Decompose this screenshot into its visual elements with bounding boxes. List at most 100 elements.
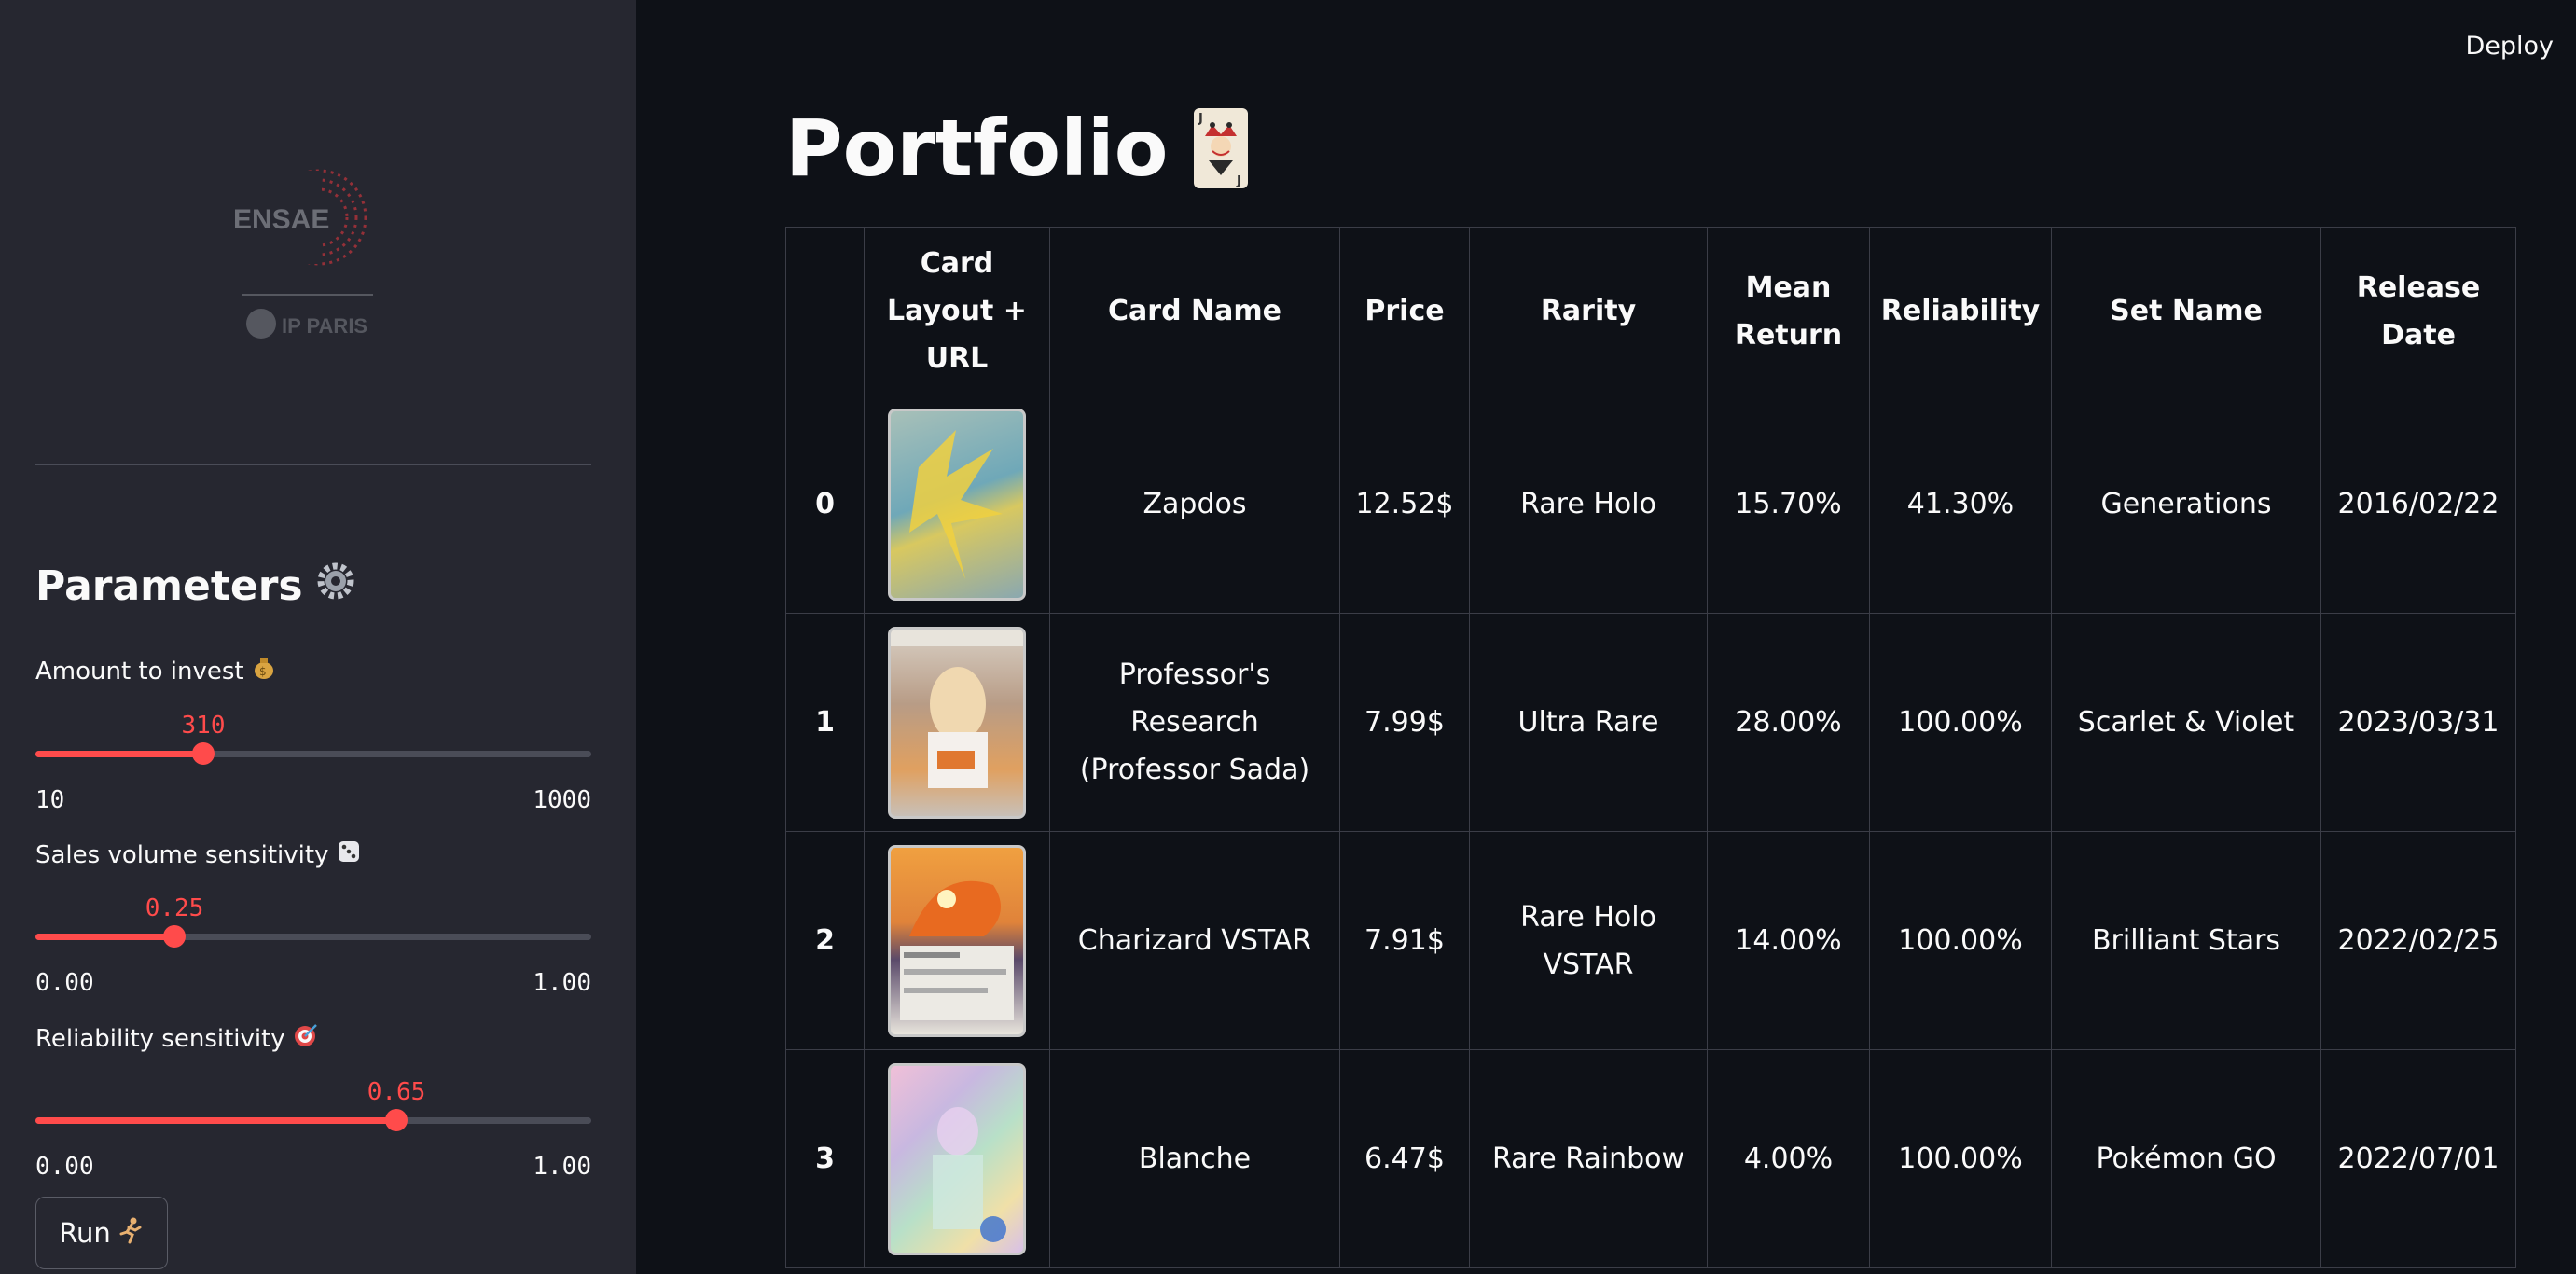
- slider-label: Amount to invest $: [35, 656, 591, 686]
- sidebar-divider: [35, 464, 591, 465]
- sales-volume-track[interactable]: [35, 925, 591, 948]
- logo-text-bottom: IP PARIS: [282, 314, 367, 338]
- column-header: Price: [1339, 227, 1470, 395]
- reliability-thumb[interactable]: [385, 1109, 408, 1131]
- card-image-cell: [864, 395, 1050, 614]
- card-name: Zapdos: [1049, 395, 1340, 614]
- amount-label: Amount to invest: [35, 657, 244, 685]
- reliability: 100.00%: [1869, 1049, 2052, 1268]
- release-date: 2022/02/25: [2320, 831, 2516, 1050]
- column-header: Set Name: [2051, 227, 2321, 395]
- gear-icon: [314, 560, 357, 613]
- dice-icon: [336, 838, 362, 871]
- target-icon: [293, 1022, 319, 1055]
- table-header-row: Card Layout + URL Card Name Price Rarity…: [785, 227, 2516, 395]
- card-image[interactable]: [888, 408, 1026, 601]
- card-image-cell: [864, 1049, 1050, 1268]
- mean-return: 14.00%: [1707, 831, 1870, 1050]
- rarity: Rare Rainbow: [1469, 1049, 1708, 1268]
- column-header: Release Date: [2320, 227, 2516, 395]
- card-name: Charizard VSTAR: [1049, 831, 1340, 1050]
- reliability-max: 1.00: [533, 1153, 591, 1181]
- reliability-value: 0.65: [367, 1078, 426, 1106]
- deploy-button[interactable]: Deploy: [2465, 32, 2554, 61]
- set-name: Pokémon GO: [2051, 1049, 2321, 1268]
- reliability-fill: [35, 1117, 396, 1124]
- card-image-cell: [864, 613, 1050, 832]
- reliability: 100.00%: [1869, 831, 2052, 1050]
- amount-max: 1000: [533, 786, 591, 814]
- sales-volume-min: 0.00: [35, 969, 94, 997]
- amount-thumb[interactable]: [192, 742, 215, 765]
- column-header: Rarity: [1469, 227, 1708, 395]
- card-name: Professor's Research (Professor Sada): [1049, 613, 1340, 832]
- price: 7.91$: [1339, 831, 1470, 1050]
- table-row: 1 Professor's Research (Professor Sada) …: [785, 613, 2516, 832]
- card-image[interactable]: [888, 1062, 1026, 1255]
- table-row: 2 Charizard VSTAR 7.91$ Rare Holo VSTAR …: [785, 831, 2516, 1050]
- release-date: 2016/02/22: [2320, 395, 2516, 614]
- amount-fill: [35, 751, 203, 757]
- set-name: Generations: [2051, 395, 2321, 614]
- reliability: 100.00%: [1869, 613, 2052, 832]
- logo-text-top: ENSAE: [233, 204, 329, 235]
- row-index: 1: [785, 613, 865, 832]
- row-index: 0: [785, 395, 865, 614]
- column-header: [785, 227, 865, 395]
- price: 6.47$: [1339, 1049, 1470, 1268]
- reliability-slider: Reliability sensitivity 0.65 0.00 1.00: [35, 1022, 591, 1181]
- column-header: Reliability: [1869, 227, 2052, 395]
- set-name: Brilliant Stars: [2051, 831, 2321, 1050]
- card-image[interactable]: [888, 844, 1026, 1037]
- slider-label: Sales volume sensitivity: [35, 838, 591, 871]
- sales-volume-fill: [35, 934, 174, 940]
- row-index: 3: [785, 1049, 865, 1268]
- amount-track[interactable]: [35, 742, 591, 765]
- column-header: Card Name: [1049, 227, 1340, 395]
- run-button[interactable]: Run: [35, 1197, 168, 1269]
- svg-text:$: $: [259, 665, 267, 678]
- release-date: 2022/07/01: [2320, 1049, 2516, 1268]
- release-date: 2023/03/31: [2320, 613, 2516, 832]
- reliability: 41.30%: [1869, 395, 2052, 614]
- params-title: Parameters: [35, 560, 357, 613]
- rarity: Ultra Rare: [1469, 613, 1708, 832]
- set-name: Scarlet & Violet: [2051, 613, 2321, 832]
- ensae-logo: ENSAE IP PARIS: [233, 154, 382, 350]
- sidebar: ENSAE IP PARIS Parameters Amount to inve…: [0, 0, 636, 1274]
- column-header: Mean Return: [1707, 227, 1870, 395]
- run-label: Run: [59, 1217, 111, 1249]
- page-title: Portfolio J J: [785, 103, 1249, 194]
- column-header: Card Layout + URL: [864, 227, 1050, 395]
- svg-text:J: J: [1236, 174, 1241, 188]
- sales-volume-thumb[interactable]: [163, 925, 186, 948]
- card-name: Blanche: [1049, 1049, 1340, 1268]
- rarity: Rare Holo VSTAR: [1469, 831, 1708, 1050]
- mean-return: 15.70%: [1707, 395, 1870, 614]
- price: 7.99$: [1339, 613, 1470, 832]
- reliability-track[interactable]: [35, 1109, 591, 1131]
- runner-icon: [117, 1216, 145, 1251]
- card-image[interactable]: [888, 626, 1026, 819]
- table-row: 0 Zapdos 12.52$ Rare Holo 15.70% 41.30% …: [785, 395, 2516, 614]
- page-title-text: Portfolio: [785, 103, 1169, 194]
- portfolio-table: Card Layout + URL Card Name Price Rarity…: [785, 227, 2516, 1268]
- price: 12.52$: [1339, 395, 1470, 614]
- sales-volume-max: 1.00: [533, 969, 591, 997]
- reliability-label: Reliability sensitivity: [35, 1024, 285, 1053]
- money-bag-icon: $: [252, 656, 276, 686]
- slider-label: Reliability sensitivity: [35, 1022, 591, 1055]
- sales-volume-label: Sales volume sensitivity: [35, 840, 329, 869]
- table-row: 3 Blanche 6.47$ Rare Rainbow 4.00% 100.0…: [785, 1049, 2516, 1268]
- mean-return: 28.00%: [1707, 613, 1870, 832]
- sales-volume-slider: Sales volume sensitivity 0.25 0.00 1.00: [35, 838, 591, 997]
- svg-text:J: J: [1198, 112, 1203, 126]
- reliability-min: 0.00: [35, 1153, 94, 1181]
- rarity: Rare Holo: [1469, 395, 1708, 614]
- joker-card-icon: J J: [1194, 108, 1249, 188]
- amount-min: 10: [35, 786, 65, 814]
- amount-value: 310: [181, 712, 226, 740]
- row-index: 2: [785, 831, 865, 1050]
- card-image-cell: [864, 831, 1050, 1050]
- params-title-text: Parameters: [35, 562, 303, 610]
